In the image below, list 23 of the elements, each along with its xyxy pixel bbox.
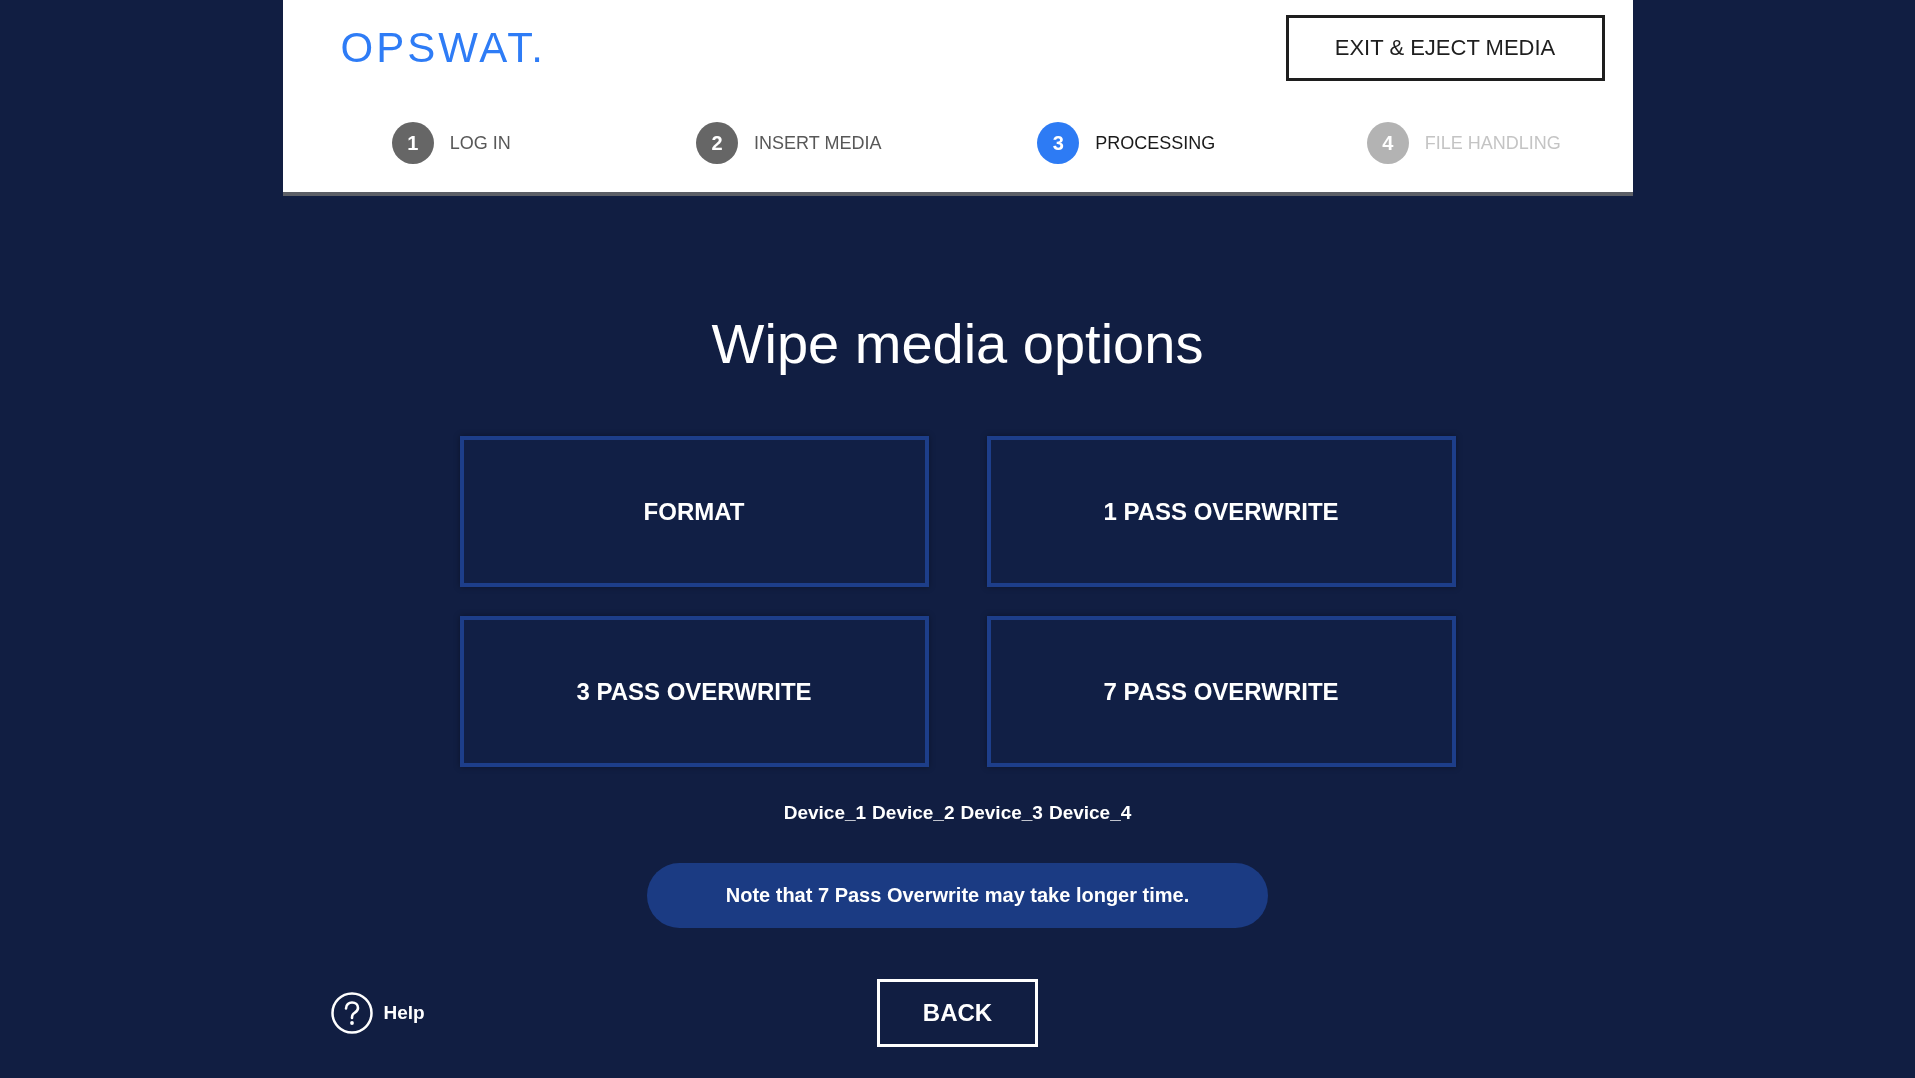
step-label: FILE HANDLING bbox=[1424, 132, 1561, 155]
logo: OPSWAT. bbox=[340, 27, 546, 69]
wipe-option-button[interactable]: FORMAT bbox=[459, 436, 929, 587]
step-number: 3 bbox=[1037, 122, 1080, 164]
wipe-option-button[interactable]: 3 PASS OVERWRITE bbox=[459, 616, 929, 767]
page-title: Wipe media options bbox=[711, 311, 1204, 377]
device-name: Device_1 bbox=[783, 801, 867, 825]
step-number: 2 bbox=[696, 122, 739, 164]
exit-eject-button[interactable]: EXIT & EJECT MEDIA bbox=[1285, 15, 1605, 81]
device-name: Device_3 bbox=[960, 801, 1043, 825]
step-number: 4 bbox=[1366, 122, 1409, 164]
step-label: LOG IN bbox=[449, 132, 511, 155]
help-icon[interactable] bbox=[330, 992, 373, 1034]
step-label: INSERT MEDIA bbox=[754, 132, 882, 155]
step-label: PROCESSING bbox=[1095, 132, 1216, 155]
help-link[interactable]: Help bbox=[383, 1002, 425, 1024]
back-button[interactable]: BACK bbox=[877, 979, 1038, 1047]
wipe-option-button[interactable]: 7 PASS OVERWRITE bbox=[986, 616, 1456, 767]
step-number: 1 bbox=[391, 122, 434, 164]
note-banner: Note that 7 Pass Overwrite may take longer time. bbox=[647, 863, 1268, 928]
wipe-option-button[interactable]: 1 PASS OVERWRITE bbox=[986, 436, 1456, 587]
device-name: Device_2 bbox=[872, 801, 955, 825]
device-name: Device_4 bbox=[1048, 801, 1132, 825]
